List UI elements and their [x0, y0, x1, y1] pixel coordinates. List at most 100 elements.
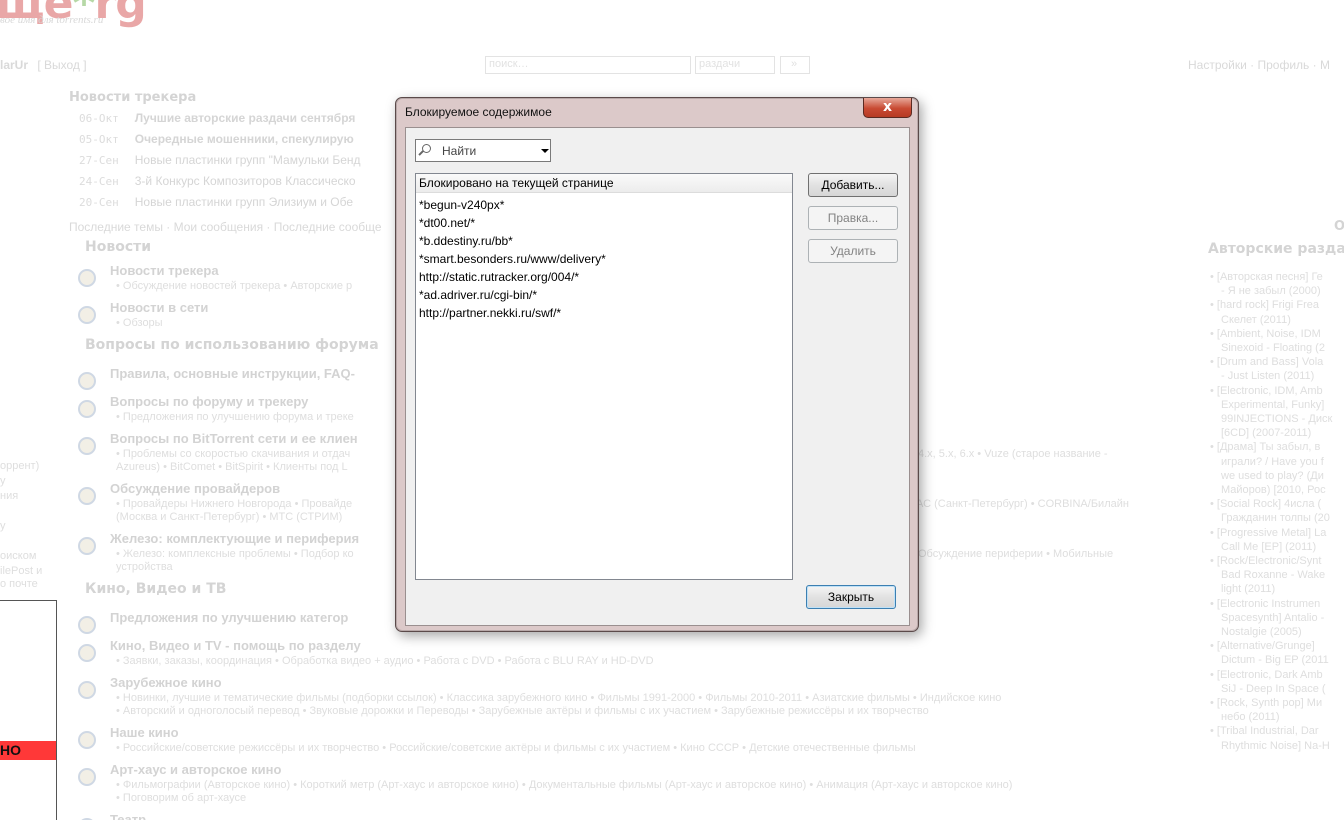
section-title[interactable]: Кино, Видео и ТВ — [85, 581, 226, 597]
blocked-list[interactable]: Блокировано на текущей странице *begun-v… — [415, 173, 793, 580]
tracker-news-item[interactable]: 05-Окт Очередные мошенники, спекулирую — [79, 132, 354, 146]
right-col-item[interactable]: Bad Roxanne - Wake — [1221, 568, 1325, 582]
right-col-item[interactable]: • [Драма] Ты забыл, в — [1210, 440, 1320, 454]
right-col-item[interactable]: • [Social Rock] 4исла ( — [1210, 497, 1321, 511]
forum-subforums[interactable]: • Новинки, лучшие и тематические фильмы … — [116, 692, 1001, 704]
tracker-news-item[interactable]: 06-Окт Лучшие авторские раздачи сентября — [79, 111, 355, 125]
forum-subforums[interactable]: • Обзоры — [116, 317, 163, 329]
find-dropdown[interactable]: Найти — [415, 139, 551, 162]
forum-sub-tail: 4.x, 5.x, 6.x • Vuze (старое название - — [918, 448, 1108, 460]
forum-title[interactable]: Зарубежное кино — [110, 675, 222, 690]
right-col-item[interactable]: • [Tribal Industrial, Dar — [1210, 724, 1319, 738]
forum-title[interactable]: Новости трекера — [110, 263, 219, 278]
right-col-item[interactable]: • [Авторская песня] Ге — [1210, 270, 1323, 284]
forum-subforums[interactable]: • Обсуждение новостей трекера • Авторски… — [116, 280, 352, 292]
news-title[interactable]: Лучшие авторские раздачи сентября — [135, 111, 356, 125]
forum-title[interactable]: Железо: комплектующие и периферия — [110, 531, 359, 546]
forum-title[interactable]: Вопросы по форуму и трекеру — [110, 394, 308, 409]
forum-title[interactable]: Кино, Видео и TV - помощь по разделу — [110, 638, 361, 653]
forum-title[interactable]: Обсуждение провайдеров — [110, 481, 280, 496]
quick-links[interactable]: Последние темы · Мои сообщения · Последн… — [69, 220, 382, 234]
right-col-item[interactable]: • [hard rock] Frigi Frea — [1210, 298, 1319, 312]
search-scope-select[interactable]: раздачи — [695, 56, 775, 74]
forum-subforums[interactable]: • Проблемы со скоростью скачивания и отд… — [116, 448, 350, 460]
right-col-item[interactable]: Гражданин толпы (20 — [1221, 511, 1330, 525]
add-button[interactable]: Добавить... — [808, 173, 898, 197]
blocked-list-header: Блокировано на текущей странице — [416, 174, 792, 193]
section-title[interactable]: Новости — [85, 239, 151, 255]
left-ad-box — [0, 600, 57, 820]
right-col-item[interactable]: • [Ambient, Noise, IDM — [1210, 327, 1321, 341]
right-col-item[interactable]: • [Rock, Synth pop] Ми — [1210, 696, 1322, 710]
top-right-links[interactable]: Настройки · Профиль · М — [1188, 58, 1330, 72]
right-col-item[interactable]: Скелет (2011) — [1221, 313, 1291, 327]
forum-sub-line: устройства — [116, 561, 173, 573]
news-title[interactable]: 3-й Конкурс Композиторов Классическо — [135, 174, 356, 188]
tracker-news-item[interactable]: 24-Сен 3-й Конкурс Композиторов Классичес… — [79, 174, 356, 188]
news-title[interactable]: Новые пластинки групп "Мамульки Бенд — [135, 153, 361, 167]
right-col-item[interactable]: Майоров) [2010, Рос — [1221, 483, 1326, 497]
blocked-list-item[interactable]: *smart.besonders.ru/www/delivery* — [419, 252, 606, 266]
forum-title[interactable]: Вопросы по BitTorrent сети и ее клиен — [110, 431, 358, 446]
search-button[interactable]: » — [780, 56, 810, 74]
forum-subforums[interactable]: • Заявки, заказы, координация • Обработк… — [116, 655, 654, 667]
right-col-item[interactable]: - Just Listen (2011) — [1221, 369, 1314, 383]
forum-title[interactable]: Предложения по улучшению категор — [110, 610, 348, 625]
right-col-item[interactable]: Sinexoid - Floating (2 — [1221, 341, 1325, 355]
right-col-item[interactable]: Spacesynth] Antalio - — [1221, 611, 1324, 625]
forum-title[interactable]: Наше кино — [110, 725, 179, 740]
forum-subforums[interactable]: • Провайдеры Нижнего Новгорода • Провайд… — [116, 498, 352, 510]
right-col-item[interactable]: [6CD] (2007-2011) — [1221, 426, 1311, 440]
forum-subforums[interactable]: • Российские/советские режиссёры и их тв… — [116, 742, 916, 754]
right-col-item[interactable]: Experimental, Funky] — [1221, 398, 1324, 412]
blocked-list-item[interactable]: *dt00.net/* — [419, 216, 475, 230]
forum-sub-tail: Обсуждение периферии • Мобильные — [918, 548, 1114, 560]
right-col-item[interactable]: • [Electronic, IDM, Amb — [1210, 384, 1323, 398]
delete-button[interactable]: Удалить — [808, 239, 898, 263]
blocked-list-item[interactable]: http://partner.nekki.ru/swf/* — [419, 306, 561, 320]
search-input[interactable]: поиск… — [485, 56, 691, 74]
right-col-item[interactable]: Rhythmic Noise] Na-H — [1221, 739, 1330, 753]
edit-button[interactable]: Правка... — [808, 206, 898, 230]
section-title[interactable]: Вопросы по использованию форума — [85, 337, 379, 353]
forum-title[interactable]: Арт-хаус и авторское кино — [110, 762, 281, 777]
forum-subforums[interactable]: • Предложения по улучшению форума и трек… — [116, 411, 354, 423]
right-col-item[interactable]: light (2011) — [1221, 582, 1275, 596]
forum-icon — [78, 731, 96, 749]
chevron-down-icon — [541, 149, 549, 153]
tracker-news-item[interactable]: 20-Сен Новые пластинки групп Элизиум и Об… — [79, 195, 353, 209]
dialog-close-button[interactable]: x — [863, 98, 912, 118]
close-button[interactable]: Закрыть — [806, 585, 896, 609]
right-col-item[interactable]: - Я не забыл (2000) — [1221, 284, 1321, 298]
forum-subforums[interactable]: • Железо: комплексные проблемы • Подбор … — [116, 548, 354, 560]
logout-link[interactable]: [ Выход ] — [37, 58, 86, 72]
blocked-list-item[interactable]: http://static.rutracker.org/004/* — [419, 270, 579, 284]
tracker-news-item[interactable]: 27-Сен Новые пластинки групп "Мамульки Бе… — [79, 153, 361, 167]
username-link[interactable]: larUr — [0, 58, 28, 72]
forum-title[interactable]: Новости в сети — [110, 300, 208, 315]
right-col-item[interactable]: небо (2011) — [1221, 710, 1280, 724]
right-col-item[interactable]: Nostalgie (2005) — [1221, 625, 1302, 639]
forum-icon — [78, 306, 96, 324]
right-col-item[interactable]: SiJ - Deep In Space ( — [1221, 682, 1326, 696]
right-col-item[interactable]: Dictum - Big EP (2011 — [1221, 653, 1329, 667]
news-title[interactable]: Новые пластинки групп Элизиум и Обе — [135, 195, 353, 209]
forum-title[interactable]: Театр — [110, 812, 146, 820]
right-col-item[interactable]: играли? / Have you f — [1221, 455, 1324, 469]
right-col-item[interactable]: • [Drum and Bass] Vola — [1210, 355, 1323, 369]
right-col-item[interactable]: we used to play? (Ди — [1221, 469, 1324, 483]
news-title[interactable]: Очередные мошенники, спекулирую — [135, 132, 354, 146]
blocked-list-item[interactable]: *b.ddestiny.ru/bb* — [419, 234, 513, 248]
blocked-list-item[interactable]: *ad.adriver.ru/cgi-bin/* — [419, 288, 537, 302]
forum-subforums[interactable]: • Фильмографии (Авторское кино) • Коротк… — [116, 779, 1012, 791]
forum-title[interactable]: Правила, основные инструкции, FAQ- — [110, 366, 355, 381]
right-col-item[interactable]: • [Progressive Metal] La — [1210, 526, 1326, 540]
right-col-item[interactable]: 99INJECTIONS - Диск — [1221, 412, 1332, 426]
right-col-item[interactable]: • [Rock/Electronic/Synt — [1210, 554, 1321, 568]
right-col-item[interactable]: • [Electronic, Dark Amb — [1210, 668, 1323, 682]
right-col-item[interactable]: • [Electronic Instrumen — [1210, 597, 1320, 611]
blocked-list-item[interactable]: *begun-v240px* — [419, 198, 504, 212]
forum-icon — [78, 537, 96, 555]
right-col-item[interactable]: • [Alternative/Grunge] — [1210, 639, 1315, 653]
right-col-item[interactable]: Call Me [EP] (2011) — [1221, 540, 1316, 554]
